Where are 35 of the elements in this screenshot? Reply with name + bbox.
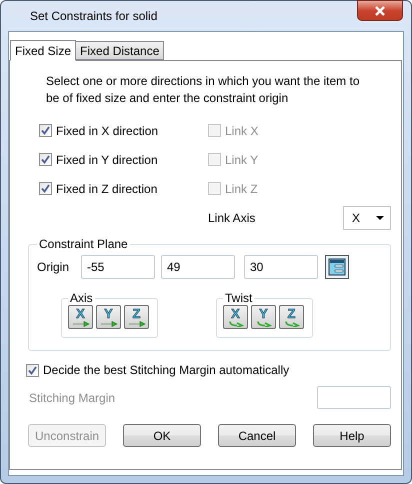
arrow-icon bbox=[72, 321, 90, 327]
checkbox[interactable]: Fixed in Y direction bbox=[39, 152, 208, 166]
link-axis-dropdown[interactable]: X bbox=[343, 206, 391, 230]
origin-field[interactable]: -55 bbox=[81, 255, 155, 279]
close-button[interactable] bbox=[357, 0, 403, 21]
group-label: Constraint Plane bbox=[38, 237, 129, 251]
group-label: Twist bbox=[224, 291, 254, 305]
checkmark-icon bbox=[41, 184, 50, 193]
checkbox[interactable]: Fixed in Z direction bbox=[39, 182, 208, 196]
group-label: Axis bbox=[69, 291, 94, 305]
dialog-button[interactable]: Help bbox=[313, 424, 391, 447]
checkbox[interactable]: Decide the best Stitching Margin automatically bbox=[26, 363, 391, 377]
arrow-icon bbox=[128, 321, 146, 327]
close-icon bbox=[374, 6, 386, 16]
caret-icon bbox=[376, 216, 384, 220]
origin-label: Origin bbox=[37, 260, 70, 274]
window-title: Set Constraints for solid bbox=[30, 9, 158, 23]
checkmark-icon bbox=[41, 155, 50, 164]
origin-field[interactable]: 49 bbox=[161, 255, 235, 279]
checkmark-icon bbox=[28, 366, 37, 374]
curved-arrow-icon bbox=[284, 321, 300, 327]
checkbox[interactable]: Fixed in X direction bbox=[39, 124, 208, 138]
checkmark-icon bbox=[41, 126, 50, 135]
instruction-text: Select one or more directions in which you want the item to be of fixed size and enter the constraint origin bbox=[46, 73, 360, 107]
curved-arrow-icon bbox=[256, 321, 272, 327]
table-icon[interactable] bbox=[325, 255, 349, 279]
link-axis-label: Link Axis bbox=[208, 211, 256, 225]
tab[interactable]: Fixed Distance bbox=[75, 41, 164, 60]
dialog-button[interactable]: Cancel bbox=[218, 424, 296, 447]
curved-arrow-icon bbox=[228, 321, 244, 327]
dialog-button[interactable]: OK bbox=[123, 424, 201, 447]
tab[interactable]: Fixed Size bbox=[10, 40, 76, 61]
arrow-icon bbox=[100, 321, 118, 327]
origin-field[interactable]: 30 bbox=[244, 255, 318, 279]
stitching-margin-label: Stitching Margin bbox=[29, 390, 116, 404]
